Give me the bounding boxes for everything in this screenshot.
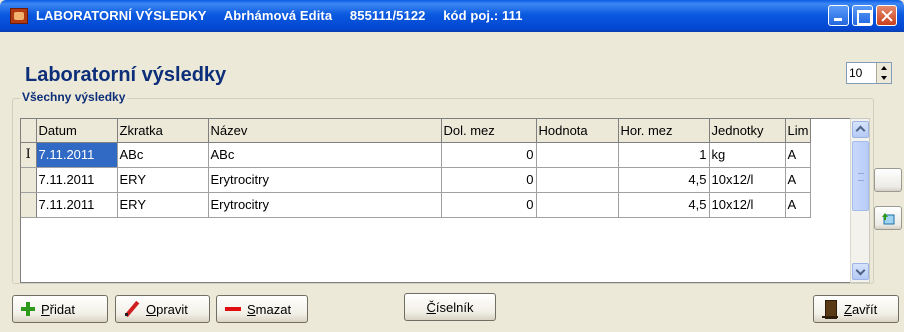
codelist-button-label: Číselník <box>426 299 474 315</box>
cell-nazev[interactable]: Erytrocitry <box>208 192 442 218</box>
window-title-patient: Abrhámová Edita <box>223 8 333 23</box>
cell-hor-mez[interactable]: 4,5 <box>618 192 710 218</box>
scroll-up-icon[interactable] <box>852 121 869 138</box>
column-header-nazev[interactable]: Název <box>208 119 442 143</box>
grid-vertical-scrollbar[interactable] <box>850 118 870 283</box>
cell-datum[interactable]: 7.11.2011 <box>36 167 118 193</box>
refresh-icon <box>882 213 895 225</box>
cell-zkratka[interactable]: ABc <box>117 142 209 168</box>
column-header-datum[interactable]: Datum <box>36 119 118 143</box>
minus-icon <box>225 302 241 316</box>
window-title-module: LABORATORNÍ VÝSLEDKY <box>36 8 207 23</box>
column-header-jednotky[interactable]: Jednotky <box>709 119 786 143</box>
rows-count-input[interactable] <box>849 65 875 81</box>
window-title: LABORATORNÍ VÝSLEDKY Abrhámová Edita 855… <box>36 8 537 23</box>
cell-jednotky[interactable]: kg <box>709 142 786 168</box>
row-indicator <box>21 192 37 218</box>
spin-down-icon[interactable] <box>877 73 891 83</box>
spin-up-icon[interactable] <box>877 63 891 73</box>
side-action-button[interactable] <box>874 168 902 192</box>
cell-nazev[interactable]: Erytrocitry <box>208 167 442 193</box>
title-bar[interactable]: LABORATORNÍ VÝSLEDKY Abrhámová Edita 855… <box>0 0 904 32</box>
cell-dol-mez[interactable]: 0 <box>441 142 537 168</box>
window-title-birth-number: 855111/5122 <box>349 8 426 23</box>
cell-jednotky[interactable]: 10x12/l <box>709 192 786 218</box>
plus-icon <box>21 302 35 316</box>
group-label: Všechny výsledky <box>20 90 128 104</box>
scroll-thumb[interactable] <box>852 141 869 211</box>
pencil-icon <box>124 302 140 316</box>
window-title-insurance-code: kód poj.: 111 <box>443 8 523 23</box>
edit-button[interactable]: Opravit <box>115 295 210 323</box>
row-indicator <box>21 167 37 193</box>
cell-hodnota[interactable] <box>536 142 619 168</box>
indicator-header <box>21 119 37 143</box>
cell-nazev[interactable]: ABc <box>208 142 442 168</box>
close-button[interactable]: Zavřít <box>813 295 899 323</box>
cell-datum[interactable]: 7.11.2011 <box>36 142 118 168</box>
codelist-button[interactable]: Číselník <box>404 293 496 321</box>
table-row[interactable]: I 7.11.2011 ABc ABc 0 1 kg A <box>21 142 812 168</box>
scroll-down-icon[interactable] <box>852 263 869 280</box>
rows-count-spinner[interactable] <box>846 62 892 84</box>
cell-hodnota[interactable] <box>536 167 619 193</box>
grid-header-row: Datum Zkratka Název Dol. mez Hodnota Hor… <box>21 119 812 143</box>
page-title: Laboratorní výsledky <box>25 64 227 86</box>
column-header-hodnota[interactable]: Hodnota <box>536 119 619 143</box>
cell-datum[interactable]: 7.11.2011 <box>36 192 118 218</box>
cell-lim[interactable]: A <box>785 192 812 218</box>
cell-hodnota[interactable] <box>536 192 619 218</box>
table-row[interactable]: 7.11.2011 ERY Erytrocitry 0 4,5 10x12/l … <box>21 167 812 193</box>
cell-lim[interactable]: A <box>785 167 812 193</box>
column-header-hor-mez[interactable]: Hor. mez <box>618 119 710 143</box>
column-header-lim[interactable]: Lim <box>785 119 812 143</box>
column-header-dol-mez[interactable]: Dol. mez <box>441 119 537 143</box>
cell-hor-mez[interactable]: 4,5 <box>618 167 710 193</box>
cell-zkratka[interactable]: ERY <box>117 192 209 218</box>
cell-hor-mez[interactable]: 1 <box>618 142 710 168</box>
add-button-label: Přidat <box>41 301 75 317</box>
results-grid[interactable]: Datum Zkratka Název Dol. mez Hodnota Hor… <box>20 118 870 283</box>
close-window-button[interactable] <box>876 5 897 26</box>
column-header-zkratka[interactable]: Zkratka <box>117 119 209 143</box>
delete-button-label: Smazat <box>247 301 292 317</box>
refresh-button[interactable] <box>874 206 902 230</box>
maximize-button[interactable] <box>852 5 873 26</box>
row-cursor-icon: I <box>21 142 37 168</box>
cell-dol-mez[interactable]: 0 <box>441 167 537 193</box>
door-icon <box>822 300 838 319</box>
minimize-button[interactable] <box>828 5 849 26</box>
app-icon[interactable] <box>10 8 28 24</box>
table-row[interactable]: 7.11.2011 ERY Erytrocitry 0 4,5 10x12/l … <box>21 192 812 218</box>
add-button[interactable]: Přidat <box>12 295 108 323</box>
close-button-label: Zavřít <box>844 301 878 317</box>
cell-zkratka[interactable]: ERY <box>117 167 209 193</box>
cell-lim[interactable]: A <box>785 142 812 168</box>
edit-button-label: Opravit <box>146 301 188 317</box>
delete-button[interactable]: Smazat <box>216 295 308 323</box>
cell-jednotky[interactable]: 10x12/l <box>709 167 786 193</box>
cell-dol-mez[interactable]: 0 <box>441 192 537 218</box>
